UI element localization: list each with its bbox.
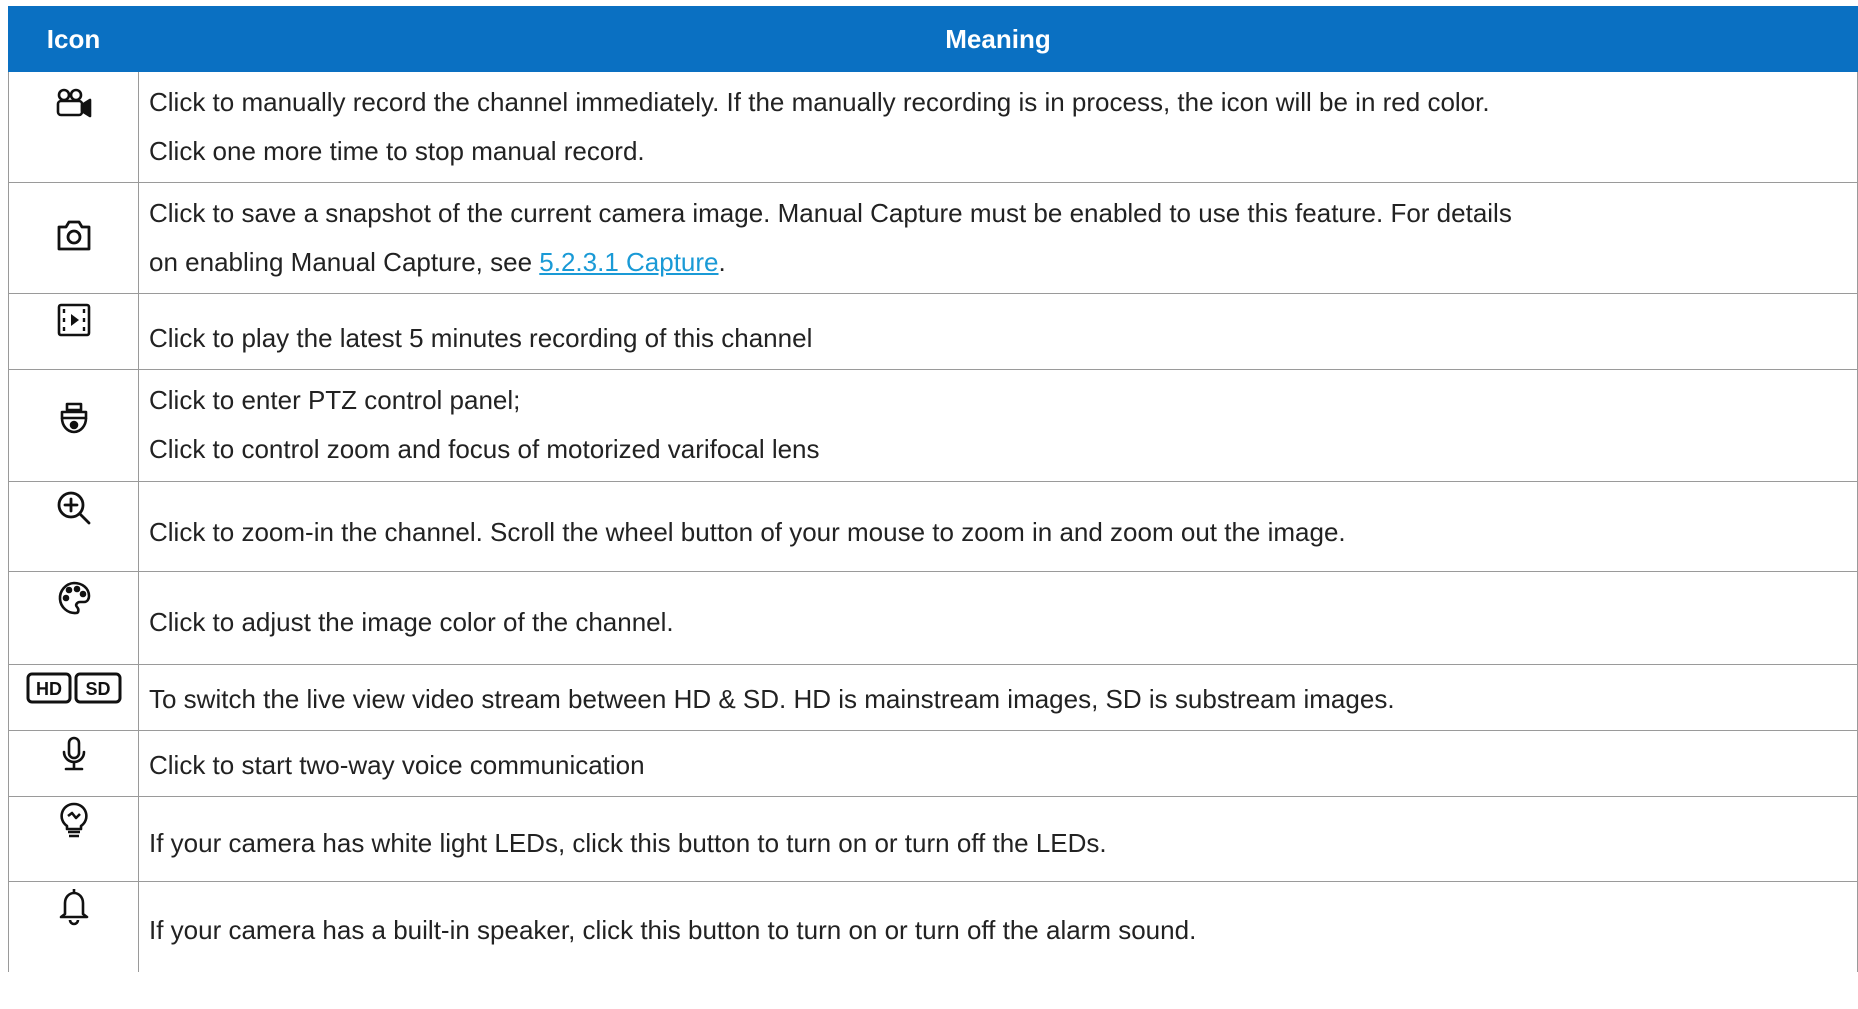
meaning-text: Click to adjust the image color of the c…: [149, 607, 674, 637]
meaning-text: Click to play the latest 5 minutes recor…: [149, 323, 813, 353]
table-row: Click to enter PTZ control panel; Click …: [8, 369, 1858, 482]
icon-cell: [8, 730, 139, 797]
meaning-text: Click to save a snapshot of the current …: [149, 198, 1512, 228]
color-palette-icon: [54, 578, 94, 618]
alarm-bell-icon: [54, 886, 94, 926]
playback-icon: [54, 300, 94, 340]
meaning-text: Click to control zoom and focus of motor…: [149, 434, 820, 464]
icon-cell: [8, 881, 139, 972]
table-row: Click to manually record the channel imm…: [8, 71, 1858, 183]
table-row: HD SD To switch the live view video stre…: [8, 664, 1858, 731]
icon-cell: [8, 796, 139, 882]
table-row: Click to start two-way voice communicati…: [8, 730, 1858, 797]
header-meaning: Meaning: [138, 6, 1858, 72]
ptz-dome-icon: [54, 400, 94, 440]
meaning-text: If your camera has white light LEDs, cli…: [149, 828, 1107, 858]
meaning-text: Click to start two-way voice communicati…: [149, 750, 645, 780]
table-row: Click to adjust the image color of the c…: [8, 571, 1858, 665]
hd-label: HD: [36, 679, 62, 699]
meaning-text: Click to zoom-in the channel. Scroll the…: [149, 517, 1346, 547]
meaning-cell: Click to save a snapshot of the current …: [138, 182, 1858, 294]
icon-cell: [8, 571, 139, 665]
meaning-cell: Click to start two-way voice communicati…: [138, 730, 1858, 797]
meaning-text: on enabling Manual Capture, see 5.2.3.1 …: [149, 238, 1847, 287]
meaning-cell: Click to zoom-in the channel. Scroll the…: [138, 481, 1858, 572]
meaning-text: To switch the live view video stream bet…: [149, 684, 1395, 714]
zoom-in-icon: [54, 488, 94, 528]
meaning-text: Click one more time to stop manual recor…: [149, 136, 645, 166]
meaning-cell: If your camera has white light LEDs, cli…: [138, 796, 1858, 882]
table-row: Click to zoom-in the channel. Scroll the…: [8, 481, 1858, 572]
meaning-cell: To switch the live view video stream bet…: [138, 664, 1858, 731]
snapshot-camera-icon: [54, 215, 94, 255]
meaning-cell: Click to manually record the channel imm…: [138, 71, 1858, 183]
hd-sd-icon: HD SD: [26, 671, 122, 705]
table-row: Click to save a snapshot of the current …: [8, 182, 1858, 294]
record-camera-icon: [54, 84, 94, 124]
icon-cell: HD SD: [8, 664, 139, 731]
microphone-icon: [54, 735, 94, 775]
icon-cell: [8, 71, 139, 183]
meaning-cell: Click to adjust the image color of the c…: [138, 571, 1858, 665]
icon-meaning-table: Icon Meaning Click to manually record th…: [8, 6, 1858, 972]
meaning-text: If your camera has a built-in speaker, c…: [149, 915, 1197, 945]
meaning-cell: Click to enter PTZ control panel; Click …: [138, 369, 1858, 482]
icon-cell: [8, 369, 139, 482]
meaning-text: Click to enter PTZ control panel;: [149, 385, 521, 415]
meaning-text: Click to manually record the channel imm…: [149, 87, 1490, 117]
meaning-text-part: .: [718, 247, 726, 277]
table-header-row: Icon Meaning: [8, 6, 1858, 72]
meaning-cell: If your camera has a built-in speaker, c…: [138, 881, 1858, 972]
meaning-text-part: on enabling Manual Capture, see: [149, 247, 540, 277]
table-row: If your camera has white light LEDs, cli…: [8, 796, 1858, 882]
light-bulb-icon: [54, 801, 94, 841]
header-icon: Icon: [8, 6, 139, 72]
table-row: Click to play the latest 5 minutes recor…: [8, 293, 1858, 370]
sd-label: SD: [85, 679, 110, 699]
icon-cell: [8, 481, 139, 572]
table-row: If your camera has a built-in speaker, c…: [8, 881, 1858, 972]
capture-section-link[interactable]: 5.2.3.1 Capture: [539, 247, 718, 277]
icon-cell: [8, 293, 139, 370]
meaning-cell: Click to play the latest 5 minutes recor…: [138, 293, 1858, 370]
icon-cell: [8, 182, 139, 294]
